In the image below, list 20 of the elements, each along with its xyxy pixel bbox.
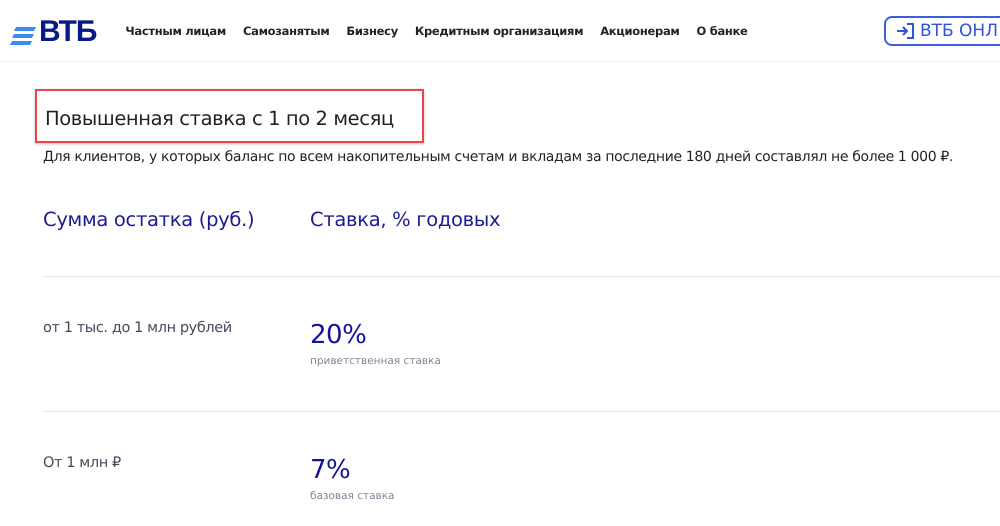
section-title: Повышенная ставка с 1 по 2 месяц: [35, 89, 424, 143]
description: Для клиентов, у которых баланс по всем накопительным счетам и вкладам за последние 180 дней составлял не более 1 000 ₽.: [43, 149, 954, 165]
nav-link[interactable]: Кредитным организациям: [414, 24, 584, 38]
nav-link[interactable]: Бизнесу: [346, 24, 398, 38]
column-header: Сумма остатка (руб.): [43, 208, 256, 231]
login-button[interactable]: ВТБ ОНЛ: [884, 16, 1000, 46]
login-icon: [896, 22, 914, 38]
nav-link[interactable]: Частным лицам: [125, 24, 226, 38]
logo[interactable]: ВТБ: [39, 18, 96, 44]
column-header: Ставка, % годовых: [310, 208, 502, 231]
interest-rate: 7%: [310, 455, 352, 485]
amount-range: от 1 тыс. до 1 млн рублей: [43, 320, 233, 338]
nav-link[interactable]: Самозанятым: [242, 24, 330, 38]
logo-stripes-icon: [10, 26, 36, 44]
rate-note: базовая ставка: [310, 490, 396, 502]
nav-link[interactable]: Акционерам: [600, 24, 680, 38]
nav-link[interactable]: О банке: [696, 24, 748, 38]
rate-note: приветственная ставка: [310, 355, 442, 367]
interest-rate: 20%: [310, 320, 368, 350]
amount-range: От 1 млн ₽: [43, 455, 122, 473]
